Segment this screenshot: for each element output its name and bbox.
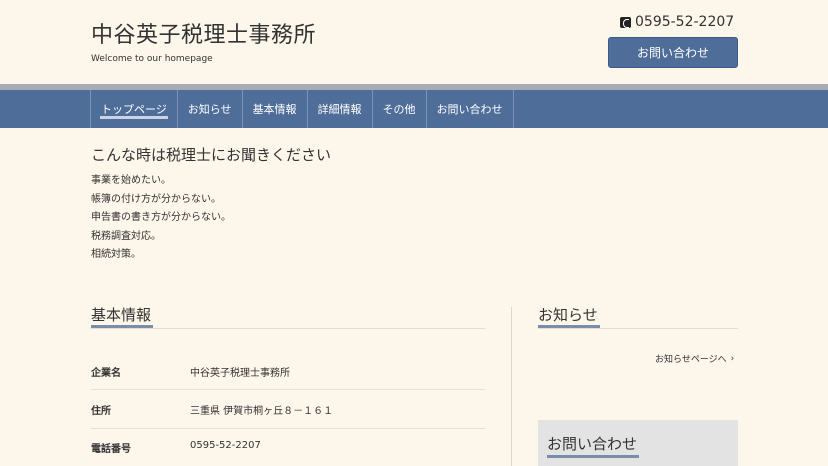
basic-info-heading: 基本情報 [91, 306, 152, 324]
address-label: 住所 [91, 406, 111, 417]
column-divider [511, 307, 512, 466]
intro-line: 相続対策。 [91, 249, 141, 260]
news-heading-rule [538, 328, 738, 329]
site-description: Welcome to our homepage [91, 54, 213, 64]
nav-item-other[interactable]: その他 [371, 90, 426, 128]
header-phone: 0595-52-2207 [620, 14, 734, 30]
row-divider [91, 428, 485, 429]
news-page-link-label: お知らせページへ [655, 355, 727, 365]
contact-widget: お問い合わせ [538, 420, 738, 466]
contact-widget-title: お問い合わせ [547, 435, 638, 453]
header-contact-button[interactable]: お問い合わせ [608, 37, 738, 68]
site-header: 中谷英子税理士事務所 Welcome to our homepage 0595-… [0, 0, 828, 84]
nav-item-top[interactable]: トップページ [90, 90, 177, 128]
address-value: 三重県 伊賀市桐ヶ丘８－１６１ [190, 406, 334, 417]
nav-item-contact[interactable]: お問い合わせ [425, 90, 514, 128]
phone-value: 0595-52-2207 [190, 440, 261, 451]
nav-item-news[interactable]: お知らせ [176, 90, 242, 128]
chevron-right-icon: › [730, 353, 735, 364]
nav-item-basic-info[interactable]: 基本情報 [241, 90, 307, 128]
main-nav: トップページ お知らせ 基本情報 詳細情報 その他 お問い合わせ [0, 90, 828, 128]
row-divider [91, 389, 485, 390]
intro-line: 事業を始めたい。 [91, 175, 171, 186]
intro-title: こんな時は税理士にお聞きください [91, 146, 332, 164]
contact-widget-underline [547, 455, 639, 458]
site-title[interactable]: 中谷英子税理士事務所 [91, 17, 316, 49]
intro-line: 申告書の書き方が分からない。 [91, 212, 231, 223]
news-heading: お知らせ [538, 306, 598, 324]
nav-item-details[interactable]: 詳細情報 [306, 90, 372, 128]
news-page-link[interactable]: お知らせページへ › [655, 352, 735, 366]
phone-number: 0595-52-2207 [635, 14, 735, 30]
intro-line: 税務調査対応。 [91, 231, 161, 242]
company-name-label: 企業名 [91, 368, 121, 379]
phone-icon [620, 16, 631, 28]
phone-label: 電話番号 [91, 444, 131, 455]
basic-info-heading-rule [91, 328, 485, 329]
intro-line: 帳簿の付け方が分からない。 [91, 194, 221, 205]
company-name-value: 中谷英子税理士事務所 [190, 368, 290, 379]
